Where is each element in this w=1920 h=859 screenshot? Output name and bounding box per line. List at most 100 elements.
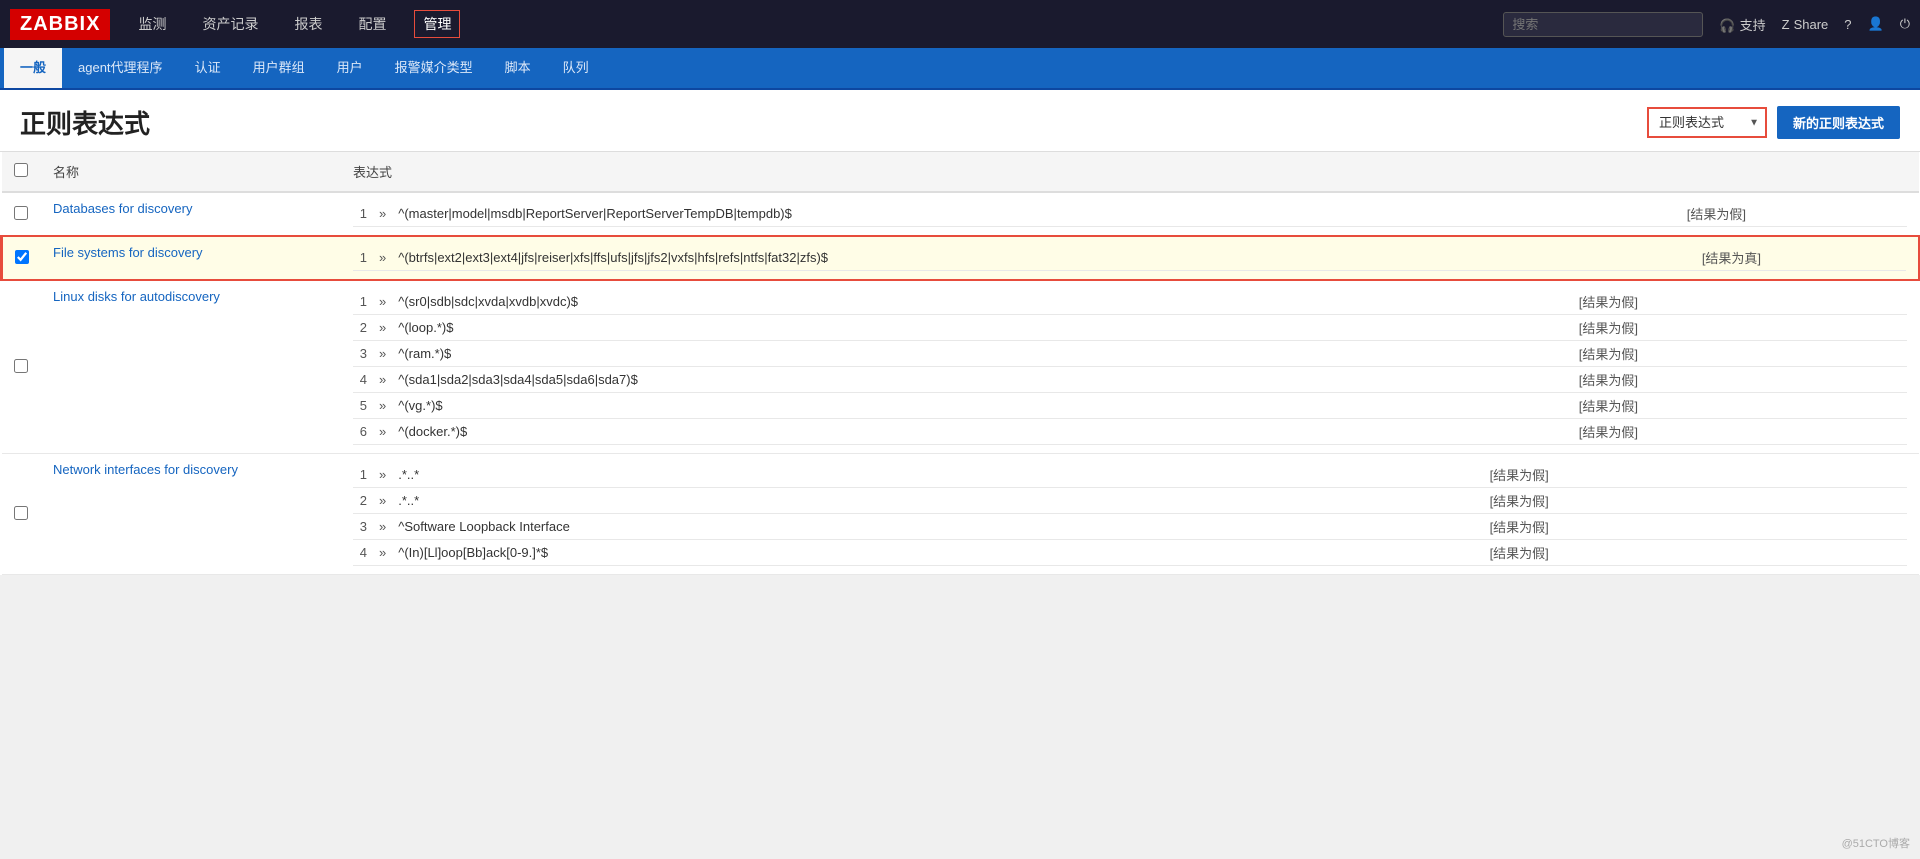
row-checkbox-cell [2, 280, 42, 454]
subnav-media[interactable]: 报警媒介类型 [379, 48, 489, 88]
table-row: Linux disks for autodiscovery 1»^(sr0|sdb… [2, 280, 1920, 454]
expr-row: 1»^(sr0|sdb|sdc|xvda|xvdb|xvdc)$[结果为假] [353, 289, 1907, 315]
page-title: 正则表达式 [20, 104, 150, 141]
row-name-link[interactable]: Linux disks for autodiscovery [53, 289, 220, 304]
expr-number: 1 [353, 201, 373, 227]
expr-result: [结果为假] [1681, 201, 1907, 227]
expr-result: [结果为假] [1573, 315, 1907, 341]
table-header-row: 名称 表达式 [2, 152, 1920, 192]
expr-row: 1»^(btrfs|ext2|ext3|ext4|jfs|reiser|xfs|… [353, 245, 1906, 271]
row-checkbox-cell [2, 454, 42, 575]
row-checkbox-cell [2, 236, 42, 280]
expr-value: ^(vg.*)$ [392, 393, 1573, 419]
page-header: 正则表达式 正则表达式 新的正则表达式 [0, 90, 1920, 152]
expr-result: [结果为假] [1573, 289, 1907, 315]
expr-value: .*..* [392, 462, 1483, 488]
search-input[interactable] [1503, 12, 1703, 37]
subnav-general[interactable]: 一般 [4, 48, 62, 88]
second-navigation: 一般 agent代理程序 认证 用户群组 用户 报警媒介类型 脚本 队列 [0, 48, 1920, 90]
nav-monitoring[interactable]: 监测 [130, 10, 174, 38]
regex-table-container: 名称 表达式 Databases for discovery1»^(master… [0, 152, 1920, 575]
nav-assets[interactable]: 资产记录 [194, 10, 266, 38]
subnav-scripts[interactable]: 脚本 [489, 48, 547, 88]
expr-arrow-icon: » [373, 341, 392, 367]
expr-value: ^(master|model|msdb|ReportServer|ReportS… [392, 201, 1680, 227]
user-icon[interactable]: 👤 [1868, 16, 1884, 32]
type-dropdown[interactable]: 正则表达式 [1647, 107, 1767, 138]
expr-number: 3 [353, 341, 373, 367]
expr-number: 4 [353, 367, 373, 393]
expr-row: 3»^Software Loopback Interface[结果为假] [353, 514, 1907, 540]
expr-row: 5»^(vg.*)$[结果为假] [353, 393, 1907, 419]
row-checkbox[interactable] [14, 506, 28, 520]
subnav-auth[interactable]: 认证 [179, 48, 237, 88]
expr-row: 2»^(loop.*)$[结果为假] [353, 315, 1907, 341]
expr-number: 2 [353, 315, 373, 341]
dropdown-wrapper: 正则表达式 [1647, 107, 1767, 138]
regex-table: 名称 表达式 Databases for discovery1»^(master… [0, 152, 1920, 575]
expr-value: .*..* [392, 488, 1483, 514]
table-row: Network interfaces for discovery1».*..*[… [2, 454, 1920, 575]
expr-result: [结果为假] [1484, 488, 1907, 514]
expr-arrow-icon: » [373, 540, 392, 566]
expr-arrow-icon: » [373, 289, 392, 315]
expr-value: ^(ram.*)$ [392, 341, 1573, 367]
table-row: File systems for discovery 1»^(btrfs|ext2… [2, 236, 1920, 280]
expr-result: [结果为假] [1484, 540, 1907, 566]
new-regex-button[interactable]: 新的正则表达式 [1777, 106, 1900, 139]
expr-row: 4»^(sda1|sda2|sda3|sda4|sda5|sda6|sda7)$… [353, 367, 1907, 393]
row-name-cell: Databases for discovery [41, 192, 341, 236]
expr-number: 2 [353, 488, 373, 514]
expr-value: ^(sda1|sda2|sda3|sda4|sda5|sda6|sda7)$ [392, 367, 1573, 393]
select-all-checkbox[interactable] [14, 163, 28, 177]
expr-number: 1 [353, 245, 373, 271]
expr-value: ^(sr0|sdb|sdc|xvda|xvdb|xvdc)$ [392, 289, 1573, 315]
expr-value: ^(In)[Ll]oop[Bb]ack[0-9.]*$ [392, 540, 1483, 566]
row-name-cell: Linux disks for autodiscovery [41, 280, 341, 454]
row-checkbox[interactable] [14, 359, 28, 373]
expr-arrow-icon: » [373, 462, 392, 488]
row-expr-cell: 1»^(sr0|sdb|sdc|xvda|xvdb|xvdc)$[结果为假]2»… [341, 280, 1919, 454]
nav-reports[interactable]: 报表 [286, 10, 330, 38]
nav-config[interactable]: 配置 [350, 10, 394, 38]
share-link[interactable]: ZShare [1782, 17, 1829, 32]
expr-number: 6 [353, 419, 373, 445]
expr-result: [结果为假] [1573, 419, 1907, 445]
expr-row: 6»^(docker.*)$[结果为假] [353, 419, 1907, 445]
expr-row: 4»^(In)[Ll]oop[Bb]ack[0-9.]*$[结果为假] [353, 540, 1907, 566]
nav-admin[interactable]: 管理 [414, 10, 460, 38]
row-checkbox[interactable] [15, 250, 29, 264]
expr-arrow-icon: » [373, 201, 392, 227]
expr-number: 3 [353, 514, 373, 540]
expr-value: ^(btrfs|ext2|ext3|ext4|jfs|reiser|xfs|ff… [392, 245, 1696, 271]
row-checkbox-cell [2, 192, 42, 236]
row-name-cell: File systems for discovery [41, 236, 341, 280]
power-icon[interactable]: ⏻ [1900, 16, 1910, 32]
watermark: @51CTO博客 [1842, 835, 1910, 851]
expr-result: [结果为假] [1573, 341, 1907, 367]
subnav-queue[interactable]: 队列 [547, 48, 605, 88]
expr-value: ^(docker.*)$ [392, 419, 1573, 445]
expr-arrow-icon: » [373, 514, 392, 540]
subnav-usergroups[interactable]: 用户群组 [237, 48, 321, 88]
expr-row: 2».*..*[结果为假] [353, 488, 1907, 514]
expr-number: 4 [353, 540, 373, 566]
expr-value: ^Software Loopback Interface [392, 514, 1483, 540]
help-icon[interactable]: ? [1844, 17, 1851, 32]
expr-result: [结果为假] [1484, 514, 1907, 540]
subnav-users[interactable]: 用户 [321, 48, 379, 88]
row-name-link[interactable]: Databases for discovery [53, 201, 192, 216]
top-navigation: ZABBIX 监测 资产记录 报表 配置 管理 🎧支持 ZShare ? 👤 ⏻ [0, 0, 1920, 48]
subnav-agent[interactable]: agent代理程序 [62, 48, 179, 88]
top-nav-right: 🎧支持 ZShare ? 👤 ⏻ [1503, 12, 1910, 37]
th-name: 名称 [41, 152, 341, 192]
expr-arrow-icon: » [373, 419, 392, 445]
row-checkbox[interactable] [14, 206, 28, 220]
expr-result: [结果为真] [1696, 245, 1906, 271]
expr-arrow-icon: » [373, 488, 392, 514]
row-name-link[interactable]: File systems for discovery [53, 245, 203, 260]
expr-arrow-icon: » [373, 367, 392, 393]
expr-number: 1 [353, 462, 373, 488]
support-link[interactable]: 🎧支持 [1719, 15, 1765, 34]
row-name-link[interactable]: Network interfaces for discovery [53, 462, 238, 477]
